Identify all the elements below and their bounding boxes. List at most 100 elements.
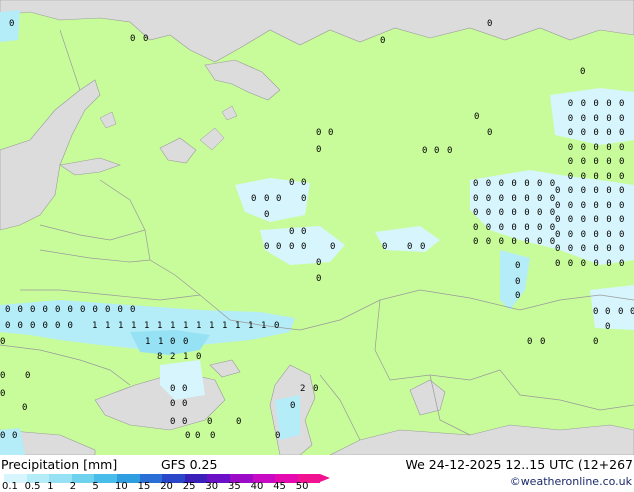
lake-1 [221,105,238,121]
precip-marker: 0 [55,321,61,331]
precip-marker: 0 [549,193,556,204]
border-4 [20,289,201,301]
precip-marker: 0 [485,222,492,233]
precip-marker: 0 [606,128,612,138]
precip-marker: 0 [105,305,111,315]
precip-marker: 0 [473,208,479,218]
precip-marker: 0 [527,337,533,347]
precip-marker: 0 [567,186,574,196]
precip-marker: 0 [580,258,587,269]
precip-value-label: 1 [222,321,228,331]
precip-marker: 0 [619,142,625,153]
precip-marker: 0 [264,194,270,204]
precip-marker: 0 [251,194,257,204]
arctic-ocean [0,0,634,63]
precip-marker: 0 [487,19,493,29]
precip-marker: 0 [580,128,587,138]
precip-marker: 0 [182,399,188,409]
precip-marker: 0 [380,36,386,46]
precip-marker: 0 [593,244,599,254]
precip-marker: 0 [511,208,517,218]
lake-ladoga [159,137,197,164]
scale-tick-label: 10 [115,481,128,492]
precip-marker: 0 [593,142,599,153]
precip-marker: 0 [593,99,599,109]
scale-tick-label: 15 [137,481,151,492]
precip-marker: 0 [549,237,556,247]
precip-marker: 0 [593,128,599,138]
border-10 [319,374,361,441]
precip-marker: 0 [473,222,479,233]
precip-marker: 0 [606,244,612,254]
precip-marker: 0 [593,258,599,269]
precip-marker: 0 [555,229,561,240]
precip-marker: 0 [170,384,176,394]
precip-marker: 0 [567,113,574,124]
precip-marker: 0 [593,157,599,167]
precip-marker: 0 [0,371,6,381]
scale-tick-label: 45 [273,481,286,492]
precip-marker: 0 [12,431,18,441]
precip-marker: 0 [170,399,176,409]
precip-marker: 0 [618,307,624,317]
southern-region [329,424,634,455]
gulf-of-finland [59,157,121,176]
precip-marker: 0 [289,242,295,252]
precip-marker: 0 [580,186,587,196]
precip-value-label: 2 [300,384,306,394]
scale-tick-label: 40 [250,481,264,492]
precip-marker: 0 [511,193,517,204]
precip-marker: 0 [537,208,543,218]
precip-marker: 0 [301,178,307,188]
precip-marker: 0 [207,417,213,427]
precip-marker: 0 [580,142,587,153]
precip-marker: 0 [182,384,188,394]
precip-marker: 0 [67,305,73,315]
scale-tick-label: 35 [228,481,241,492]
precip-marker: 0 [290,401,296,411]
precip-marker: 0 [42,305,48,315]
precip-marker: 0 [567,200,574,211]
precip-marker: 0 [605,307,611,317]
precip-marker: 0 [619,99,625,109]
legend-title: Precipitation [mm] [1,457,118,472]
border-8 [499,369,634,411]
border-6 [299,289,634,331]
precip-marker: 0 [17,321,23,331]
precip-marker: 0 [593,215,599,225]
scale-tick-label: 1 [47,481,54,492]
scale-tick-label: 25 [182,481,196,492]
precip-value-label: 1 [170,321,176,331]
precip-marker: 0 [316,145,322,155]
precip-value-label: 1 [235,321,241,331]
precip-marker: 0 [555,215,561,225]
precip-marker: 0 [619,229,625,240]
precip-marker: 0 [498,208,505,218]
precip-value-label: 2 [170,352,176,362]
precip-marker: 0 [210,431,216,441]
precip-marker: 0 [567,229,574,240]
precip-marker: 0 [92,305,98,315]
scale-tick-label: 30 [205,481,219,492]
precip-value-label: 0 [183,337,189,347]
precip-value-label: 1 [144,321,150,331]
model-name: GFS 0.25 [161,457,218,472]
precip-marker: 0 [593,307,599,317]
precip-marker: 0 [580,113,587,124]
precip-marker: 0 [606,113,612,124]
precip-marker: 0 [487,128,493,138]
precip-marker: 0 [524,222,530,233]
precip-marker: 0 [264,210,270,220]
precip-marker: 0 [567,99,574,109]
precip-marker: 0 [567,142,574,153]
precip-marker: 0 [474,112,480,122]
border-2 [39,224,146,241]
precip-marker: 0 [485,179,492,189]
precip-marker: 0 [619,171,625,182]
precip-marker: 0 [195,431,201,441]
precip-marker: 0 [301,194,307,204]
credit-link[interactable]: ©weatheronline.co.uk [510,475,632,489]
precip-value-label: 0 [196,352,202,362]
precip-marker: 0 [55,305,61,315]
precip-marker: 0 [182,417,188,427]
